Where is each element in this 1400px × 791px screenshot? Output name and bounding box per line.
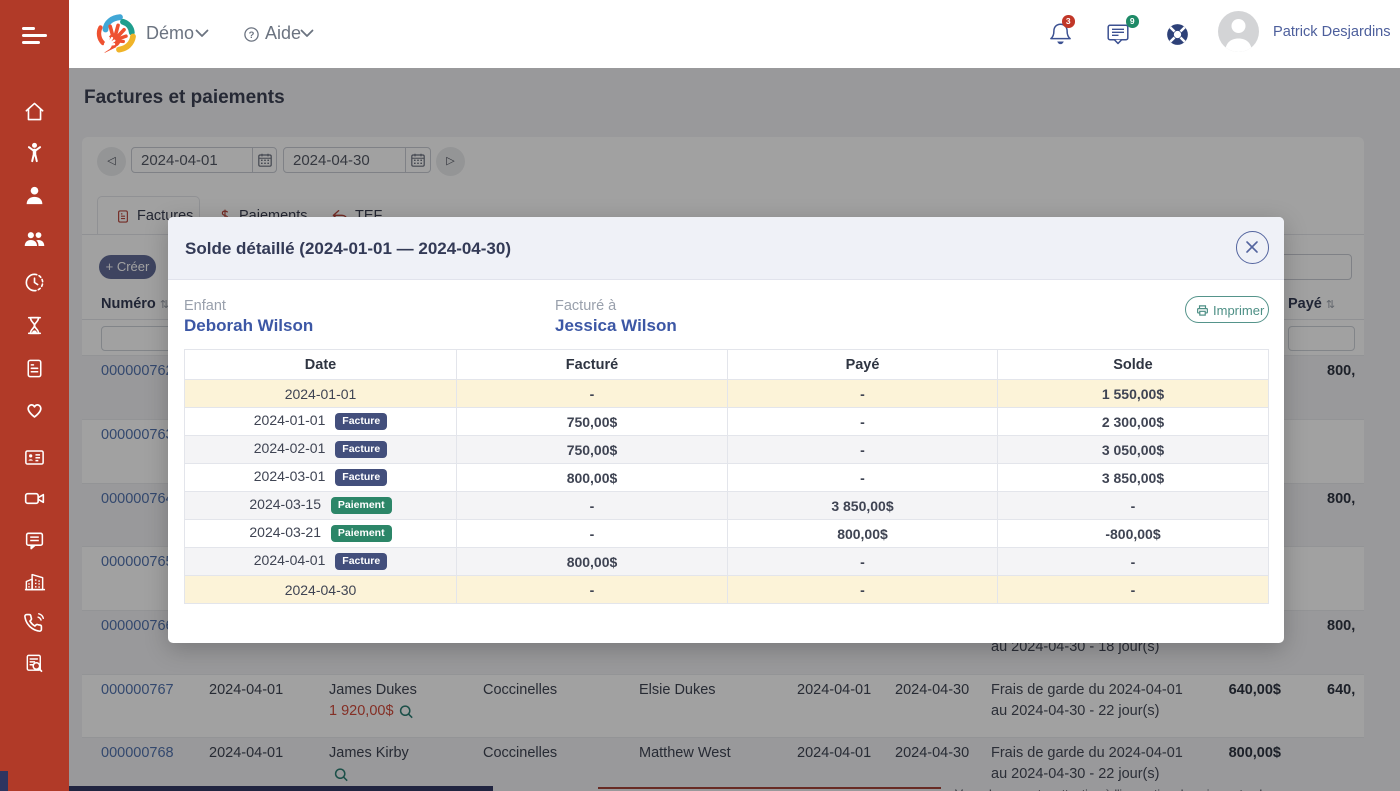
svg-text:?: ? (249, 30, 255, 41)
